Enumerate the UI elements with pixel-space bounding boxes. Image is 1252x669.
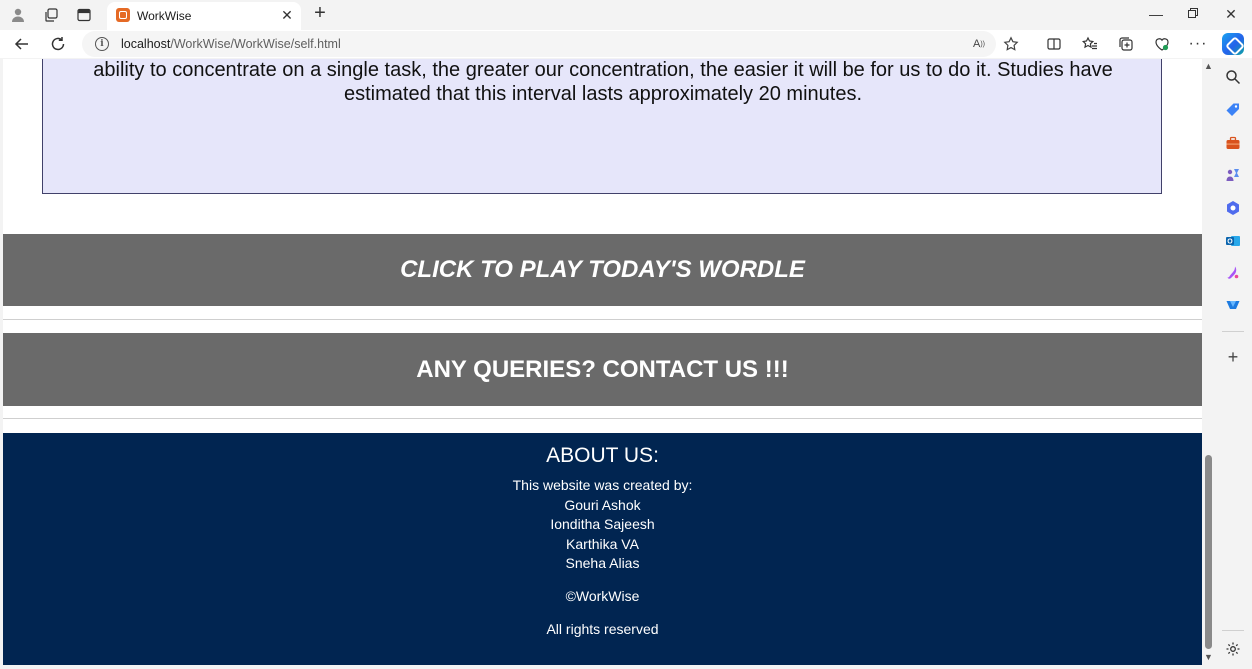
restore-button[interactable] [1179, 4, 1207, 24]
divider [3, 319, 1202, 320]
scrollbar-thumb[interactable] [1205, 455, 1212, 649]
collections-icon[interactable] [1115, 34, 1137, 54]
footer-heading: ABOUT US: [546, 444, 659, 467]
rights-text: All rights reserved [546, 621, 659, 637]
divider [3, 418, 1202, 419]
footer: ABOUT US: This website was created by: G… [3, 433, 1202, 665]
refresh-icon[interactable] [47, 34, 69, 54]
browser-essentials-icon[interactable] [1151, 34, 1173, 54]
address-bar[interactable]: i localhost/WorkWise/WorkWise/self.html … [82, 31, 1019, 57]
close-window-button[interactable]: ✕ [1217, 4, 1245, 24]
outlook-icon[interactable]: O [1223, 231, 1243, 251]
url-path: /WorkWise/WorkWise/self.html [170, 37, 341, 51]
scroll-down-icon[interactable]: ▼ [1204, 652, 1213, 662]
svg-text:O: O [1227, 239, 1233, 246]
active-tab[interactable]: WorkWise ✕ [107, 2, 301, 30]
new-tab-button[interactable]: + [310, 3, 330, 24]
close-tab-icon[interactable]: ✕ [279, 7, 295, 23]
site-favicon-icon [116, 8, 130, 22]
tab-strip: WorkWise ✕ + — ✕ [0, 0, 1252, 30]
vertical-tabs-icon[interactable] [73, 5, 95, 25]
sidebar-divider [1222, 331, 1244, 332]
profile-icon[interactable] [7, 5, 29, 25]
copyright-text: ©WorkWise [565, 588, 640, 604]
back-icon[interactable] [11, 34, 33, 54]
creator-name: Ionditha Sajeesh [550, 516, 655, 532]
page-scrollbar[interactable]: ▲ ▼ [1202, 59, 1215, 665]
more-icon[interactable]: ··· [1187, 34, 1209, 54]
url-host: localhost [121, 37, 171, 51]
games-icon[interactable] [1223, 165, 1243, 185]
creator-name: Gouri Ashok [564, 497, 641, 513]
creator-name: Karthika VA [566, 536, 639, 552]
minimize-button[interactable]: — [1142, 4, 1170, 24]
designer-icon[interactable] [1223, 263, 1243, 283]
sidebar-divider [1222, 630, 1244, 631]
settings-icon[interactable] [1223, 639, 1243, 659]
browser-toolbar: i localhost/WorkWise/WorkWise/self.html … [0, 30, 1252, 58]
info-box: ability to concentrate on a single task,… [42, 59, 1162, 194]
page-viewport: ability to concentrate on a single task,… [3, 59, 1202, 665]
read-aloud-icon[interactable]: A)) [969, 35, 989, 53]
add-icon[interactable]: + [1223, 347, 1243, 367]
favorites-icon[interactable] [1079, 34, 1101, 54]
shopping-icon[interactable] [1223, 100, 1243, 120]
play-wordle-button[interactable]: CLICK TO PLAY TODAY'S WORDLE [3, 234, 1202, 306]
split-screen-icon[interactable] [1043, 34, 1065, 54]
scroll-up-icon[interactable]: ▲ [1204, 61, 1213, 71]
tools-icon[interactable] [1223, 133, 1243, 153]
drop-icon[interactable] [1223, 295, 1243, 315]
created-by-text: This website was created by: [512, 477, 693, 493]
m365-icon[interactable] [1223, 198, 1243, 218]
edge-sidebar: O + [1215, 59, 1252, 669]
url-text[interactable]: localhost/WorkWise/WorkWise/self.html [121, 37, 341, 51]
contact-us-button[interactable]: ANY QUERIES? CONTACT US !!! [3, 333, 1202, 406]
site-info-icon[interactable]: i [95, 37, 109, 51]
favorite-star-icon[interactable] [1001, 35, 1021, 53]
creator-name: Sneha Alias [565, 555, 640, 571]
workspaces-icon[interactable] [40, 5, 62, 25]
info-text: ability to concentrate on a single task,… [93, 59, 1113, 105]
copilot-icon[interactable] [1222, 33, 1244, 55]
search-icon[interactable] [1223, 67, 1243, 87]
tab-title: WorkWise [137, 9, 192, 23]
